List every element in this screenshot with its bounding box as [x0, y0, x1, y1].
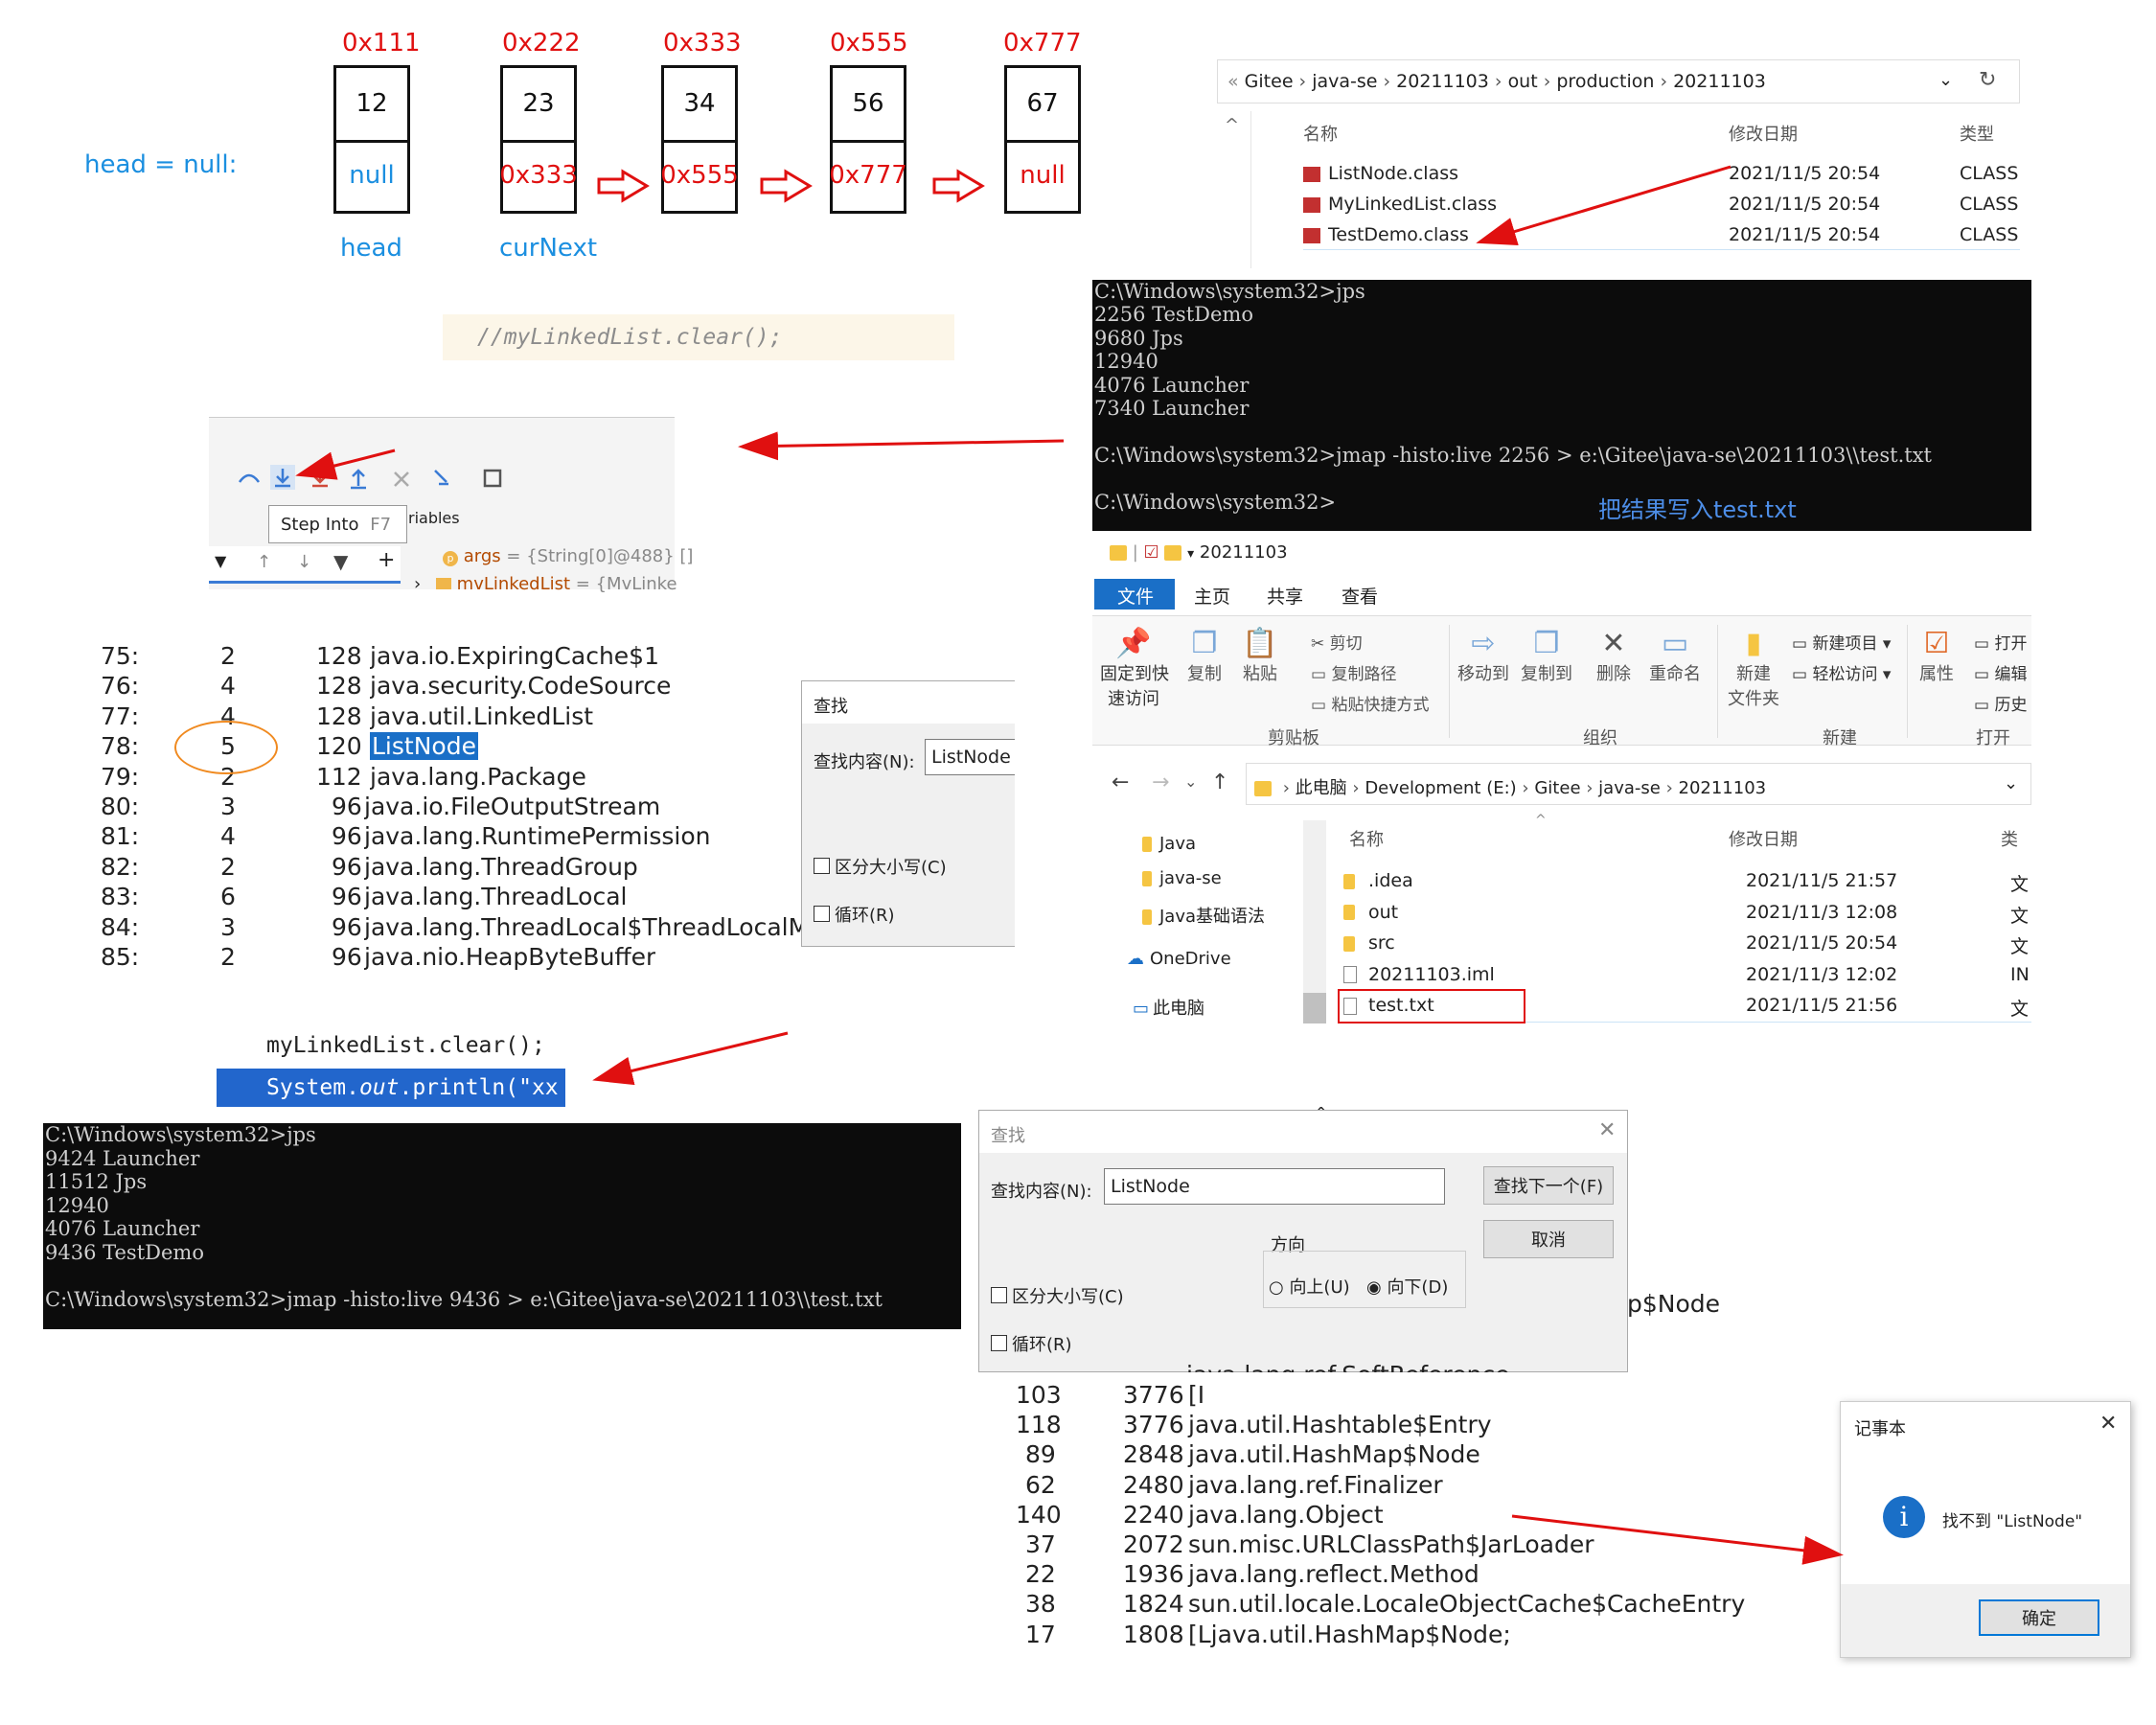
arrow-to-testdemo — [1476, 165, 1732, 246]
arrow-to-notepad — [1511, 1514, 1844, 1565]
arrow-to-debugger — [738, 431, 1065, 461]
arrow-to-step-into — [295, 448, 396, 480]
arrow-to-println — [592, 1031, 789, 1086]
annotation-arrows — [295, 165, 1844, 1565]
